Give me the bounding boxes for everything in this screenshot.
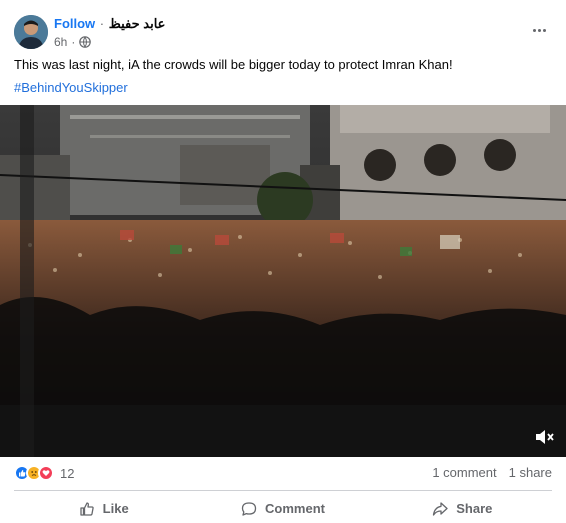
- share-label: Share: [456, 501, 493, 516]
- engagement-counts: 1 comment 1 share: [432, 465, 552, 480]
- avatar[interactable]: [14, 15, 48, 49]
- post-meta: 6h ·: [54, 35, 92, 49]
- post-time[interactable]: 6h: [54, 35, 67, 49]
- reaction-count: 12: [60, 465, 75, 481]
- hashtag-link[interactable]: #BehindYouSkipper: [14, 80, 128, 95]
- post-text: This was last night, iA the crowds will …: [14, 57, 453, 72]
- post-header: Follow · عابد حفيظ 6h ·: [14, 13, 552, 53]
- comment-label: Comment: [265, 501, 325, 516]
- comment-button[interactable]: Comment: [193, 494, 372, 523]
- meta-separator: ·: [71, 35, 76, 49]
- globe-icon: [79, 36, 92, 48]
- more-options-icon[interactable]: [530, 21, 548, 39]
- divider: [14, 490, 552, 491]
- video-player[interactable]: [0, 105, 566, 457]
- love-reaction-icon: [38, 465, 54, 481]
- author-name[interactable]: عابد حفيظ: [109, 16, 166, 31]
- name-line: Follow · عابد حفيظ: [54, 16, 165, 32]
- like-button[interactable]: Like: [14, 494, 193, 523]
- share-count[interactable]: 1 share: [509, 465, 552, 480]
- post-card: Follow · عابد حفيظ 6h · This was last ni…: [0, 0, 566, 523]
- speaker-muted-icon[interactable]: [534, 429, 554, 445]
- comment-count[interactable]: 1 comment: [432, 465, 496, 480]
- follow-button[interactable]: Follow: [54, 16, 95, 31]
- comment-icon: [241, 501, 257, 516]
- thumbs-up-icon: [80, 501, 94, 516]
- action-bar: Like Comment Share: [14, 494, 552, 523]
- reactions-summary[interactable]: 12: [14, 465, 74, 481]
- post-stats: 12 1 comment 1 share: [14, 465, 552, 483]
- separator-dot: ·: [99, 16, 105, 31]
- share-icon: [433, 501, 448, 516]
- share-button[interactable]: Share: [373, 494, 552, 523]
- like-label: Like: [102, 501, 129, 516]
